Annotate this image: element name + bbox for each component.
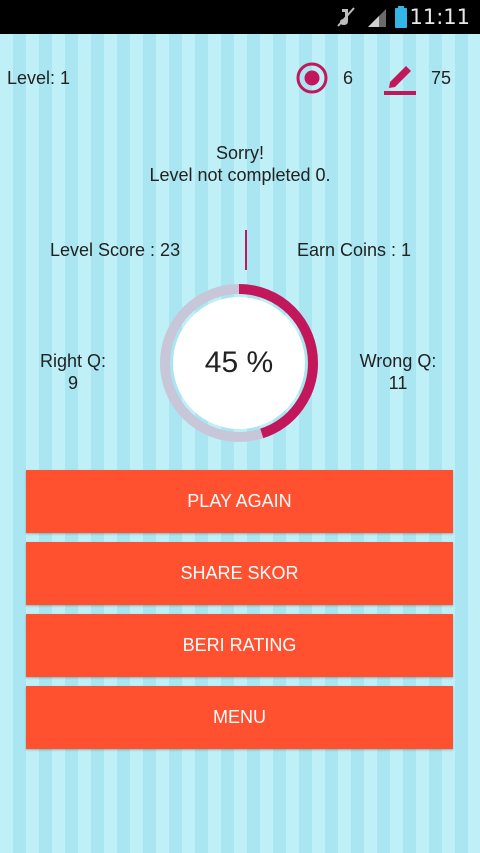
score-divider	[245, 230, 247, 270]
score-row: Level Score : 23 Earn Coins : 1	[0, 230, 480, 272]
play-again-button[interactable]: PLAY AGAIN	[26, 470, 453, 533]
pencil-count: 75	[431, 68, 452, 88]
clock: 11:11	[409, 5, 470, 29]
mute-icon	[336, 6, 356, 33]
share-score-button[interactable]: SHARE SKOR	[26, 542, 453, 605]
right-questions: Right Q: 9	[30, 350, 116, 394]
signal-icon	[366, 6, 388, 33]
result-message: Sorry! Level not completed 0.	[0, 142, 480, 186]
wrong-questions: Wrong Q: 11	[350, 350, 446, 394]
rate-button[interactable]: BERI RATING	[26, 614, 453, 677]
level-label: Level: 1	[7, 68, 71, 88]
wrong-q-value: 11	[388, 373, 408, 393]
battery-icon	[395, 6, 407, 33]
pencil-icon[interactable]	[382, 60, 418, 101]
target-icon[interactable]	[295, 61, 329, 100]
message-title: Sorry!	[215, 143, 264, 163]
status-bar: 11:11	[0, 0, 480, 34]
menu-button[interactable]: MENU	[26, 686, 453, 749]
wrong-q-label: Wrong Q:	[359, 351, 437, 371]
earn-coins: Earn Coins : 1	[297, 240, 412, 260]
header-row: Level: 1 6 75	[0, 60, 480, 96]
progress-percent: 45 %	[204, 346, 274, 379]
right-q-label: Right Q:	[39, 351, 107, 371]
target-count: 6	[343, 68, 354, 88]
message-detail: Level not completed 0.	[149, 165, 331, 185]
level-score: Level Score : 23	[50, 240, 181, 260]
right-q-value: 9	[67, 373, 78, 393]
